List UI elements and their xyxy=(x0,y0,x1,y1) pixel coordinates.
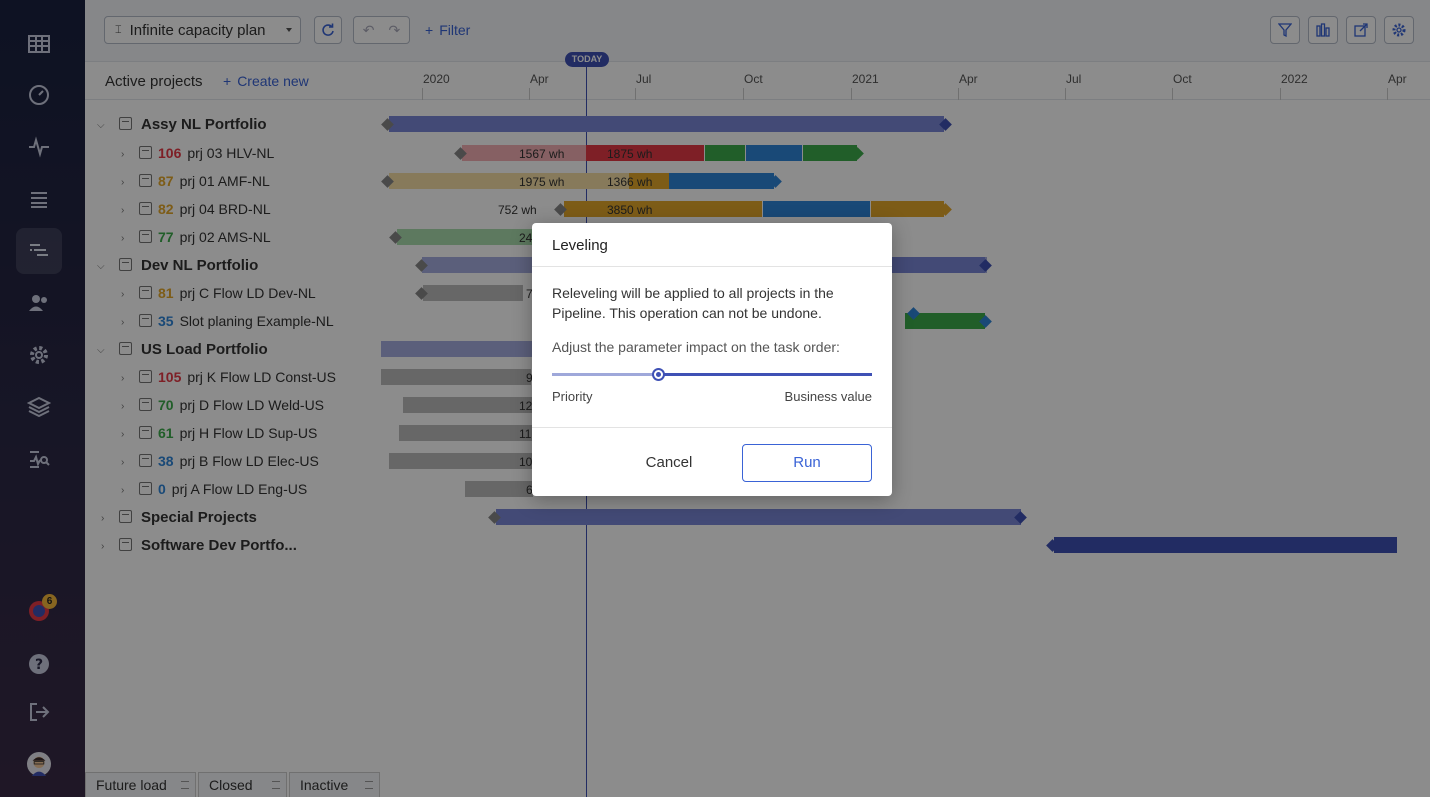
cancel-button[interactable]: Cancel xyxy=(622,444,716,482)
dialog-title: Leveling xyxy=(552,237,608,254)
leveling-dialog: Leveling Releveling will be applied to a… xyxy=(532,223,892,496)
slider-label: Adjust the parameter impact on the task … xyxy=(552,339,840,355)
dialog-message: Releveling will be applied to all projec… xyxy=(552,285,834,321)
divider xyxy=(532,266,892,267)
priority-slider[interactable] xyxy=(552,373,872,376)
divider xyxy=(532,427,892,428)
slider-left-label: Priority xyxy=(552,389,593,404)
slider-fill xyxy=(552,373,658,376)
slider-thumb[interactable] xyxy=(651,368,665,381)
slider-right-label: Business value xyxy=(784,389,872,404)
run-button[interactable]: Run xyxy=(742,444,872,482)
